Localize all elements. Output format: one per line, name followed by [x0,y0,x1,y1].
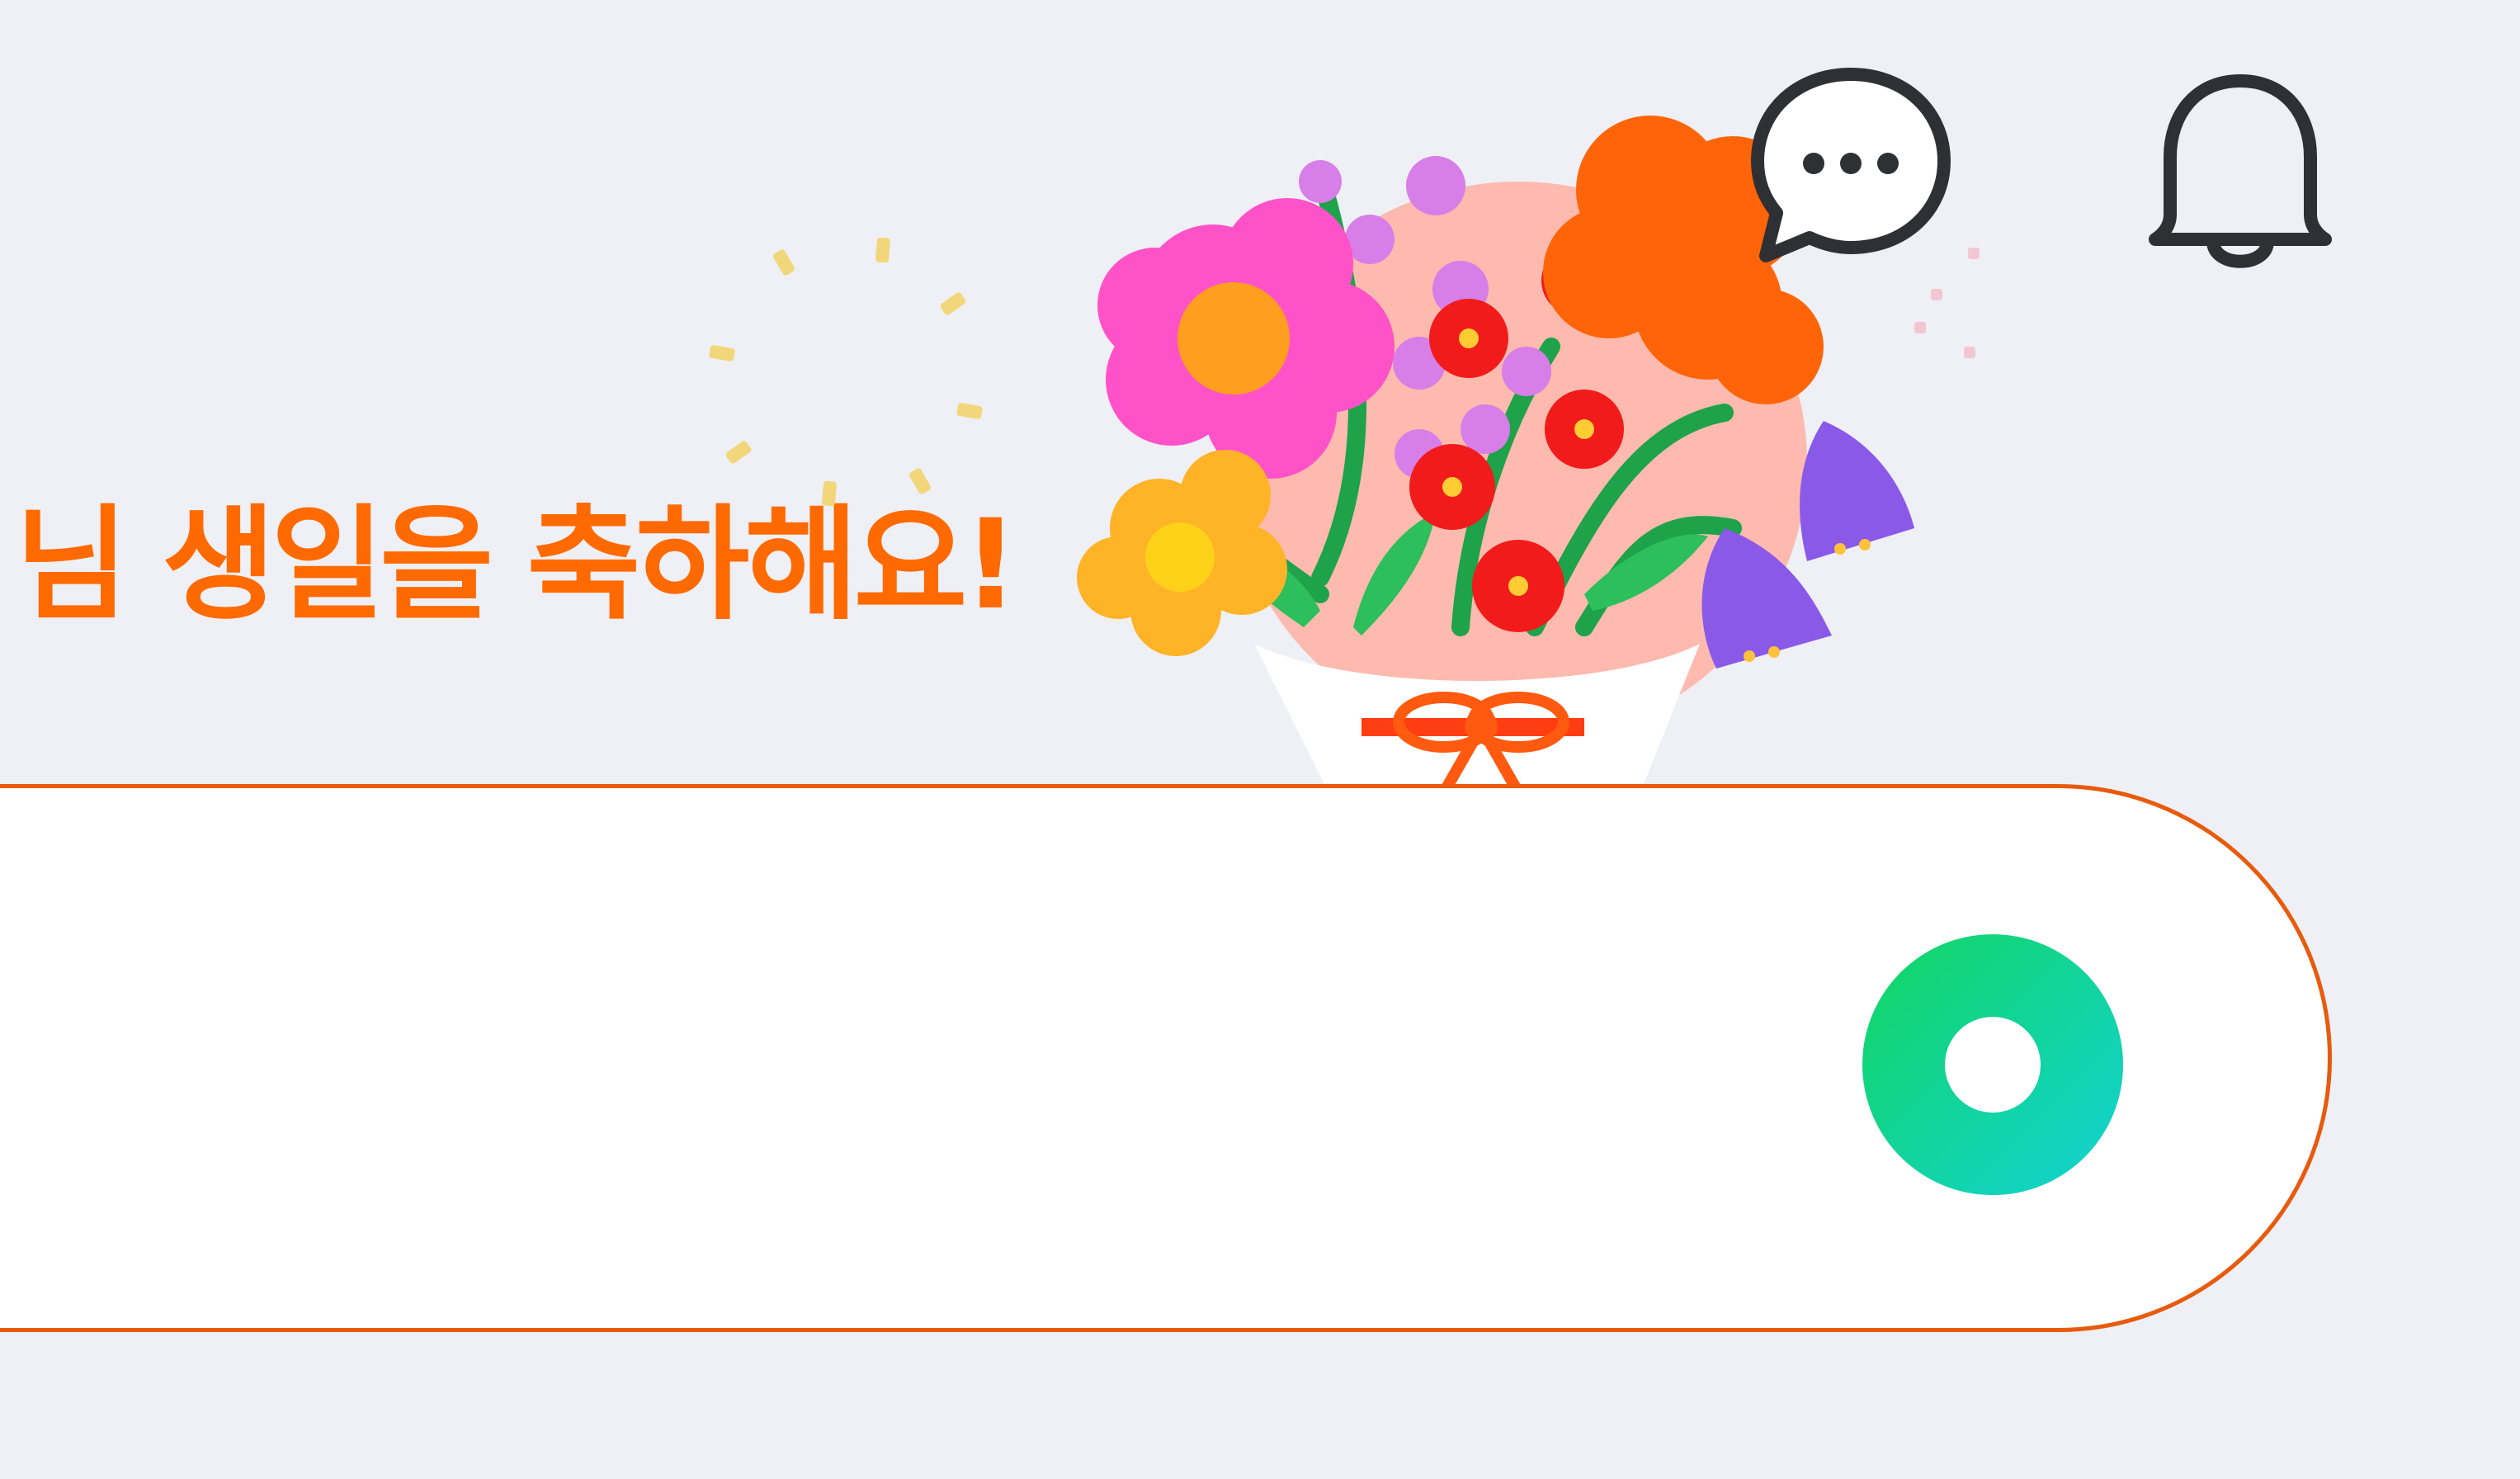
search-bar [0,784,2332,1332]
bell-icon[interactable] [2137,66,2343,281]
green-circle-search-icon[interactable] [1861,933,2125,1197]
search-input[interactable] [54,953,1748,1169]
chat-more-icon[interactable] [1748,66,1954,272]
